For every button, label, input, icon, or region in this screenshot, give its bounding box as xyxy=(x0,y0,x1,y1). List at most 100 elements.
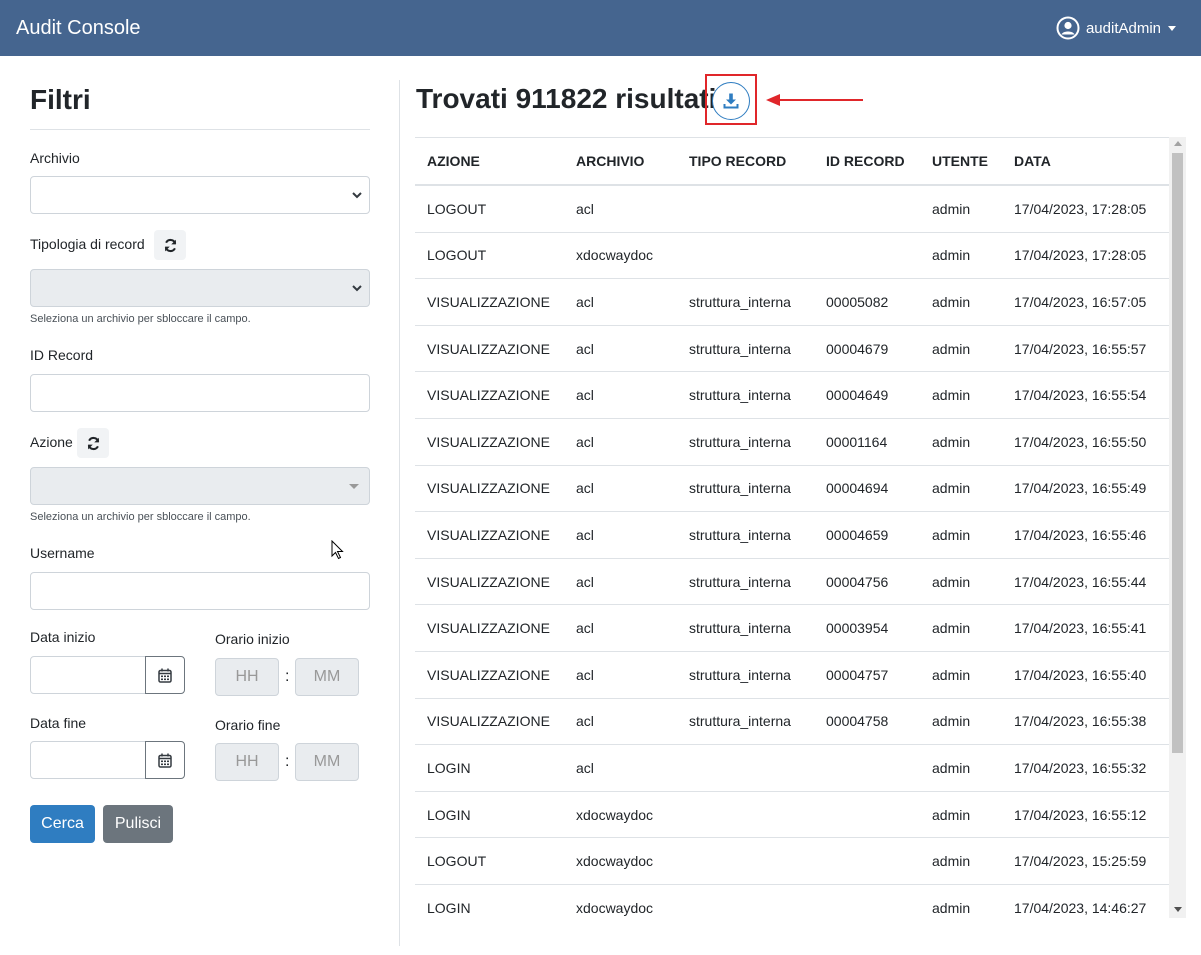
orario-inizio-hh[interactable]: HH xyxy=(215,658,279,696)
cell-id-record: 00004758 xyxy=(814,698,920,746)
cell-utente: admin xyxy=(920,371,1002,419)
data-fine-calendar-button[interactable] xyxy=(145,741,185,779)
user-menu[interactable]: auditAdmin xyxy=(1056,16,1177,40)
table-row[interactable]: LOGOUT xdocwaydoc admin 17/04/2023, 15:25:5… xyxy=(415,837,1169,885)
table-row[interactable]: VISUALIZZAZIONE acl struttura_interna 00004… xyxy=(415,371,1169,419)
cell-id-record xyxy=(814,884,920,918)
cell-data: 17/04/2023, 16:55:44 xyxy=(1002,558,1169,606)
column-header-id-record[interactable]: ID RECORD xyxy=(814,137,920,186)
cell-utente: admin xyxy=(920,604,1002,652)
cell-azione: LOGIN xyxy=(415,884,564,918)
cell-archivio: acl xyxy=(564,698,677,746)
cell-archivio: xdocwaydoc xyxy=(564,884,677,918)
cell-data: 17/04/2023, 16:55:38 xyxy=(1002,698,1169,746)
table-row[interactable]: VISUALIZZAZIONE acl struttura_interna 00004… xyxy=(415,511,1169,559)
search-button[interactable]: Cerca xyxy=(30,805,95,843)
cell-utente: admin xyxy=(920,232,1002,280)
table-row[interactable]: LOGOUT acl admin 17/04/2023, 17:28:05 xyxy=(415,185,1169,233)
cell-id-record: 00004659 xyxy=(814,511,920,559)
results-table-container[interactable]: AZIONE ARCHIVIO TIPO RECORD ID RECORD UT… xyxy=(415,137,1186,918)
user-circle-icon xyxy=(1056,16,1080,40)
table-row[interactable]: VISUALIZZAZIONE acl struttura_interna 00004… xyxy=(415,651,1169,699)
id-record-label: ID Record xyxy=(30,347,94,363)
tipologia-refresh-button[interactable] xyxy=(154,230,186,260)
cell-id-record: 00004649 xyxy=(814,371,920,419)
cell-archivio: acl xyxy=(564,418,677,466)
clear-button[interactable]: Pulisci xyxy=(103,805,173,843)
id-record-input[interactable] xyxy=(30,374,370,412)
cell-utente: admin xyxy=(920,698,1002,746)
scroll-thumb[interactable] xyxy=(1172,153,1183,753)
panel-divider xyxy=(399,80,400,946)
cell-data: 17/04/2023, 15:25:59 xyxy=(1002,837,1169,885)
data-fine-input[interactable] xyxy=(30,741,146,779)
cell-data: 17/04/2023, 17:28:05 xyxy=(1002,185,1169,233)
cell-utente: admin xyxy=(920,744,1002,792)
table-scrollbar[interactable] xyxy=(1169,137,1186,918)
column-header-tipo-record[interactable]: TIPO RECORD xyxy=(677,137,814,186)
column-header-azione[interactable]: AZIONE xyxy=(415,137,564,186)
tipologia-select[interactable] xyxy=(30,269,370,307)
cell-archivio: acl xyxy=(564,651,677,699)
data-inizio-input[interactable] xyxy=(30,656,146,694)
azione-refresh-button[interactable] xyxy=(77,428,109,458)
cell-tipo-record xyxy=(677,185,814,233)
table-row[interactable]: VISUALIZZAZIONE acl struttura_interna 00003… xyxy=(415,604,1169,652)
orario-fine-mm[interactable]: MM xyxy=(295,743,359,781)
table-row[interactable]: LOGIN acl admin 17/04/2023, 16:55:32 xyxy=(415,744,1169,792)
scroll-down-arrow[interactable] xyxy=(1174,907,1182,912)
table-row[interactable]: VISUALIZZAZIONE acl struttura_interna 00005… xyxy=(415,278,1169,326)
refresh-icon xyxy=(164,238,176,252)
orario-fine-hh[interactable]: HH xyxy=(215,743,279,781)
cell-data: 17/04/2023, 16:55:54 xyxy=(1002,371,1169,419)
cell-id-record xyxy=(814,744,920,792)
username-input[interactable] xyxy=(30,572,370,610)
cell-archivio: acl xyxy=(564,325,677,373)
azione-help-text: Seleziona un archivio per sbloccare il c… xyxy=(30,511,251,523)
annotation-arrow xyxy=(766,94,863,106)
cell-id-record: 00005082 xyxy=(814,278,920,326)
download-button[interactable] xyxy=(712,82,750,120)
cell-tipo-record: struttura_interna xyxy=(677,325,814,373)
cell-archivio: xdocwaydoc xyxy=(564,791,677,839)
column-header-data[interactable]: DATA xyxy=(1002,137,1169,186)
app-brand[interactable]: Audit Console xyxy=(16,16,141,40)
username-label: Username xyxy=(30,545,95,561)
orario-inizio-mm[interactable]: MM xyxy=(295,658,359,696)
cell-id-record: 00004679 xyxy=(814,325,920,373)
cell-tipo-record: struttura_interna xyxy=(677,511,814,559)
cell-utente: admin xyxy=(920,558,1002,606)
table-row[interactable]: VISUALIZZAZIONE acl struttura_interna 00004… xyxy=(415,698,1169,746)
azione-select[interactable] xyxy=(30,467,370,505)
cell-azione: VISUALIZZAZIONE xyxy=(415,371,564,419)
column-header-utente[interactable]: UTENTE xyxy=(920,137,1002,186)
table-row[interactable]: LOGIN xdocwaydoc admin 17/04/2023, 16:55:12 xyxy=(415,791,1169,839)
cell-archivio: xdocwaydoc xyxy=(564,837,677,885)
table-row[interactable]: VISUALIZZAZIONE acl struttura_interna 00004… xyxy=(415,558,1169,606)
data-inizio-calendar-button[interactable] xyxy=(145,656,185,694)
scroll-up-arrow[interactable] xyxy=(1174,141,1182,146)
table-row[interactable]: LOGOUT xdocwaydoc admin 17/04/2023, 17:28:0… xyxy=(415,232,1169,280)
table-row[interactable]: VISUALIZZAZIONE acl struttura_interna 00004… xyxy=(415,325,1169,373)
cell-archivio: acl xyxy=(564,278,677,326)
cell-tipo-record xyxy=(677,791,814,839)
column-header-archivio[interactable]: ARCHIVIO xyxy=(564,137,677,186)
refresh-icon xyxy=(87,436,99,450)
cell-utente: admin xyxy=(920,185,1002,233)
azione-label: Azione xyxy=(30,434,73,450)
orario-fine-label: Orario fine xyxy=(215,717,281,733)
calendar-icon xyxy=(158,668,172,683)
orario-inizio-label: Orario inizio xyxy=(215,631,290,647)
cell-tipo-record: struttura_interna xyxy=(677,371,814,419)
navbar: Audit Console auditAdmin xyxy=(0,0,1201,56)
archivio-select[interactable] xyxy=(30,176,370,214)
table-row[interactable]: VISUALIZZAZIONE acl struttura_interna 00001… xyxy=(415,418,1169,466)
cell-azione: LOGOUT xyxy=(415,185,564,233)
table-row[interactable]: LOGIN xdocwaydoc admin 17/04/2023, 14:46:27 xyxy=(415,884,1169,918)
download-icon xyxy=(723,93,739,109)
cell-archivio: acl xyxy=(564,371,677,419)
table-row[interactable]: VISUALIZZAZIONE acl struttura_interna 00004… xyxy=(415,465,1169,513)
data-inizio-label: Data inizio xyxy=(30,629,96,645)
cell-archivio: acl xyxy=(564,185,677,233)
data-fine-label: Data fine xyxy=(30,715,87,731)
